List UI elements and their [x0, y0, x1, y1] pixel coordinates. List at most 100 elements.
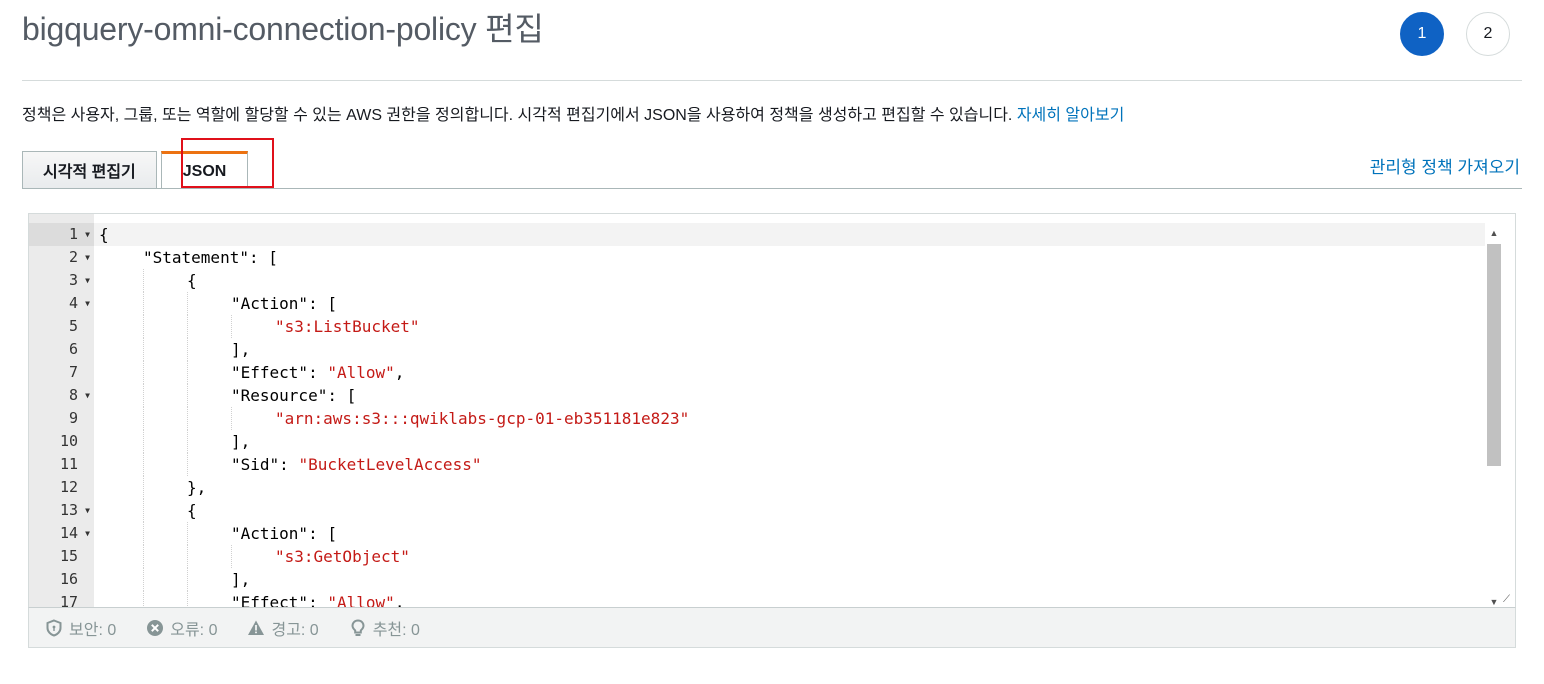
indent-guide [99, 499, 143, 522]
line-number: 12 [59, 478, 78, 496]
wizard-steps: 1 2 [1400, 12, 1510, 56]
policy-description: 정책은 사용자, 그룹, 또는 역할에 할당할 수 있는 AWS 권한을 정의합… [22, 101, 1124, 125]
code-line[interactable]: { [94, 269, 1485, 292]
indent-guide [99, 338, 143, 361]
line-number: 6 [68, 340, 78, 358]
indent-guide [143, 591, 187, 607]
code-line[interactable]: { [94, 499, 1485, 522]
indent-guide [231, 315, 275, 338]
code-line[interactable]: "Effect": "Allow", [94, 591, 1485, 608]
tab-json[interactable]: JSON [160, 151, 249, 189]
fold-arrow-icon[interactable]: ▼ [85, 292, 90, 315]
header-divider [22, 80, 1522, 81]
line-number: 13 ▼ [29, 499, 94, 522]
line-number: 10 [59, 432, 78, 450]
indent-guide [99, 545, 143, 568]
code-line[interactable]: "Action": [ [94, 522, 1485, 545]
indent-guide [143, 361, 187, 384]
json-punct-token: { [99, 225, 109, 244]
fold-arrow-icon[interactable]: ▼ [85, 246, 90, 269]
json-punct-token: ], [231, 340, 251, 359]
fold-arrow-icon[interactable]: ▼ [85, 269, 90, 292]
description-text: 정책은 사용자, 그룹, 또는 역할에 할당할 수 있는 AWS 권한을 정의합… [22, 107, 1017, 124]
code-line[interactable]: ], [94, 430, 1485, 453]
step-2-indicator[interactable]: 2 [1466, 12, 1510, 56]
indent-guide [99, 591, 143, 607]
indent-guide [99, 361, 143, 384]
shield-icon [46, 618, 62, 637]
learn-more-link[interactable]: 자세히 알아보기 [1017, 107, 1125, 124]
indent-guide [99, 453, 143, 476]
indent-guide [143, 269, 187, 292]
line-number: 14 ▼ [29, 522, 94, 545]
import-managed-policy-link[interactable]: 관리형 정책 가져오기 [1370, 153, 1520, 178]
json-string-token: "arn:aws:s3:::qwiklabs-gcp-01-eb351181e8… [275, 409, 690, 428]
code-line[interactable]: ], [94, 338, 1485, 361]
indent-guide [99, 407, 143, 430]
indent-guide [99, 315, 143, 338]
line-number: 2 ▼ [29, 246, 94, 269]
indent-guide [187, 545, 231, 568]
json-punct-token: , [394, 363, 405, 382]
indent-guide [187, 292, 231, 315]
fold-arrow-icon[interactable]: ▼ [85, 522, 90, 545]
indent-guide [99, 476, 143, 499]
editor-tabs: 시각적 편집기 JSON [22, 151, 249, 189]
json-punct-token: , [394, 593, 405, 608]
indent-guide [143, 407, 187, 430]
code-line[interactable]: "Resource": [ [94, 384, 1485, 407]
code-line[interactable]: "Sid": "BucketLevelAccess" [94, 453, 1485, 476]
code-line[interactable]: "Action": [ [94, 292, 1485, 315]
json-string-token: "s3:GetObject" [275, 547, 410, 566]
resize-handle-icon[interactable]: ⟋ [1503, 595, 1513, 605]
code-line[interactable]: "s3:ListBucket" [94, 315, 1485, 338]
indent-guide [143, 499, 187, 522]
indent-guide [143, 315, 187, 338]
indent-guide [187, 338, 231, 361]
fold-arrow-icon[interactable]: ▼ [85, 499, 90, 522]
indent-guide [143, 338, 187, 361]
code-line[interactable]: }, [94, 476, 1485, 499]
indent-guide [187, 407, 231, 430]
step-1-indicator[interactable]: 1 [1400, 12, 1444, 56]
indent-guide [99, 292, 143, 315]
code-line[interactable]: "Statement": [ [94, 246, 1485, 269]
indent-guide [143, 453, 187, 476]
code-line[interactable]: "Effect": "Allow", [94, 361, 1485, 384]
warning-status: 경고: 0 [247, 616, 319, 640]
indent-guide [143, 384, 187, 407]
tab-visual-editor[interactable]: 시각적 편집기 [22, 151, 157, 188]
scroll-up-arrow-icon[interactable]: ▲ [1487, 226, 1501, 240]
code-area[interactable]: {"Statement": [{"Action": ["s3:ListBucke… [94, 223, 1485, 607]
json-string-token: "Allow" [327, 363, 395, 382]
code-line[interactable]: ], [94, 568, 1485, 591]
scrollbar-thumb[interactable] [1487, 244, 1501, 466]
json-punct-token: "Sid": [231, 455, 299, 474]
indent-guide [143, 430, 187, 453]
json-punct-token: "Effect": [231, 363, 328, 382]
indent-guide [231, 545, 275, 568]
security-count: 보안: 0 [69, 621, 117, 639]
indent-guide [187, 430, 231, 453]
json-punct-token: { [187, 501, 197, 520]
editor-scrollbar[interactable]: ▲ ▼ [1485, 224, 1501, 607]
indent-guide [99, 246, 143, 269]
indent-guide [187, 361, 231, 384]
code-line[interactable]: { [94, 223, 1485, 246]
json-code-editor[interactable]: 1 ▼ 2 ▼ 3 ▼ 4 ▼ 5 6 7 8 ▼ 9 10 11 12 13 ▼ 14 ▼ 15 16 17 {"State… [28, 213, 1516, 608]
error-circle-icon [147, 619, 164, 636]
indent-guide [187, 522, 231, 545]
indent-guide [187, 591, 231, 607]
fold-arrow-icon[interactable]: ▼ [85, 223, 90, 246]
line-number: 1 ▼ [29, 223, 94, 246]
code-line[interactable]: "s3:GetObject" [94, 545, 1485, 568]
json-punct-token: "Resource": [ [231, 386, 357, 405]
indent-guide [143, 522, 187, 545]
code-line[interactable]: "arn:aws:s3:::qwiklabs-gcp-01-eb351181e8… [94, 407, 1485, 430]
indent-guide [187, 568, 231, 591]
json-punct-token: }, [187, 478, 207, 497]
fold-arrow-icon[interactable]: ▼ [85, 384, 90, 407]
line-number: 8 ▼ [29, 384, 94, 407]
line-number: 3 ▼ [29, 269, 94, 292]
security-status: 보안: 0 [45, 616, 116, 640]
